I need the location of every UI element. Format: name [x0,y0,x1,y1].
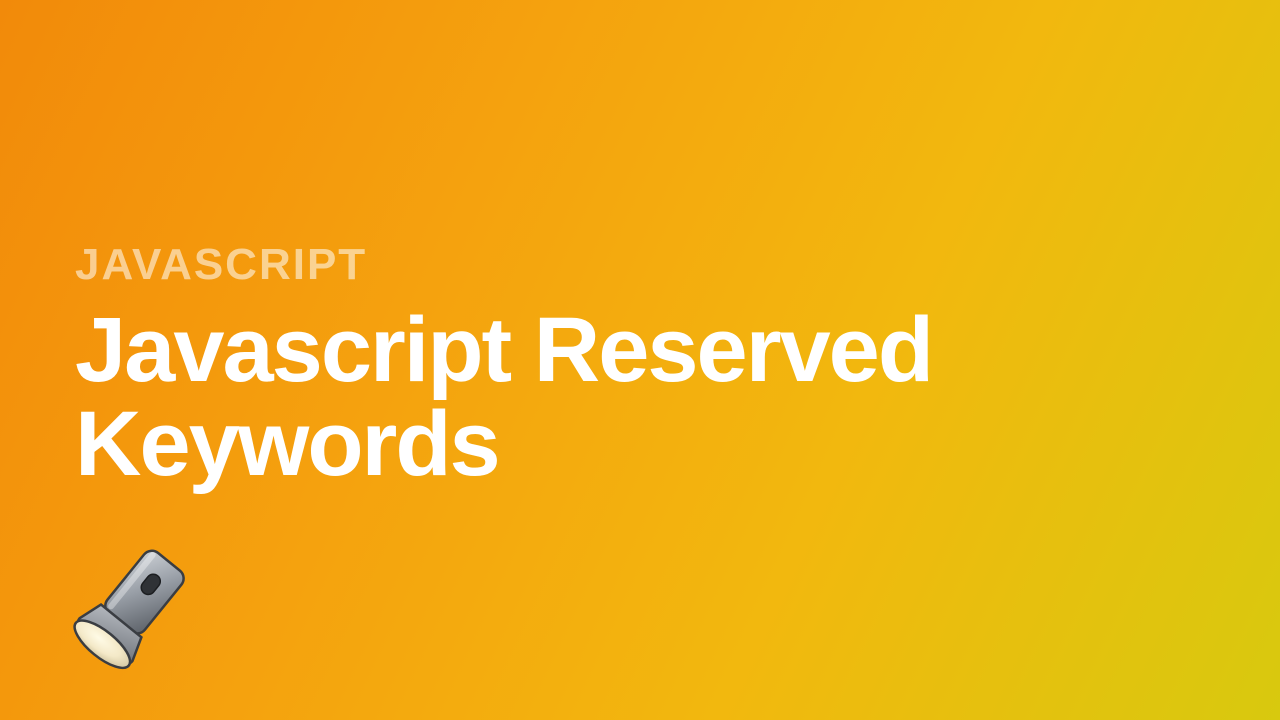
category-eyebrow: JAVASCRIPT [75,240,1220,290]
flashlight-icon [60,540,200,680]
hero-text-block: JAVASCRIPT Javascript Reserved Keywords [75,240,1220,492]
page-title: Javascript Reserved Keywords [75,304,1220,492]
